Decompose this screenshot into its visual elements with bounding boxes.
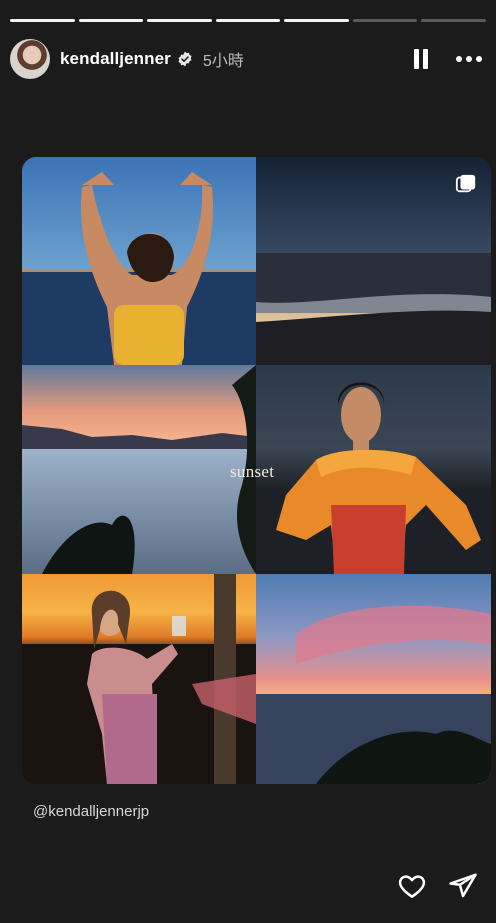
photo-woman-holding-drink	[22, 574, 256, 784]
progress-segment	[78, 19, 144, 22]
story-progress-bar	[10, 19, 487, 22]
progress-segment	[215, 19, 281, 22]
carousel-icon	[455, 174, 476, 193]
heart-icon[interactable]	[397, 871, 427, 901]
progress-segment	[421, 19, 487, 22]
post-overlay-text: sunset	[230, 462, 275, 481]
pause-icon	[414, 49, 419, 69]
progress-segment	[147, 19, 212, 22]
progress-segment	[10, 19, 75, 22]
post-time: 5小時	[202, 53, 244, 70]
photo-woman-orange-dress	[256, 365, 491, 574]
username[interactable]: kendalljenner	[60, 49, 171, 69]
photo-woman-arms-raised	[22, 157, 256, 365]
story-actions	[397, 871, 478, 901]
more-options-button[interactable]	[456, 56, 482, 62]
mention-sticker[interactable]: @kendalljennerjp	[33, 803, 149, 820]
pause-button[interactable]	[414, 49, 428, 69]
photo-pink-sky-sunset	[256, 574, 491, 784]
photo-sunset-lake	[22, 365, 256, 574]
progress-segment	[284, 19, 349, 22]
avatar[interactable]	[10, 39, 50, 79]
progress-segment	[352, 19, 418, 22]
send-icon[interactable]	[448, 871, 478, 901]
verified-badge-icon	[178, 51, 192, 67]
story-header: kendalljenner 5小時	[10, 38, 486, 80]
